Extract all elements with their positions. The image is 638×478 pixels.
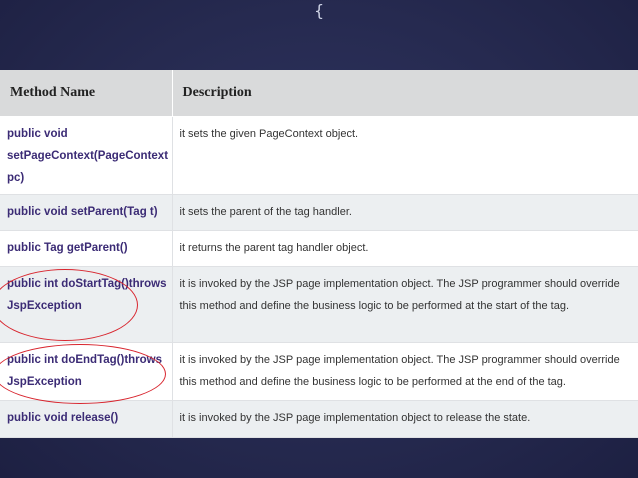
brace-icon: { <box>314 1 325 20</box>
description-cell: it sets the given PageContext object. <box>172 116 638 195</box>
description-cell: it is invoked by the JSP page implementa… <box>172 342 638 401</box>
table-row: public Tag getParent() it returns the pa… <box>0 230 638 267</box>
table-header-row: Method Name Description <box>0 70 638 117</box>
header-method-name: Method Name <box>0 70 173 117</box>
method-table: Method Name Description public void setP… <box>0 70 638 438</box>
table-row: public void setPageContext(PageContext p… <box>0 116 638 195</box>
method-cell: public int doEndTag()throws JspException <box>0 342 173 401</box>
method-cell: public int doStartTag()throws JspExcepti… <box>0 266 173 343</box>
method-cell: public Tag getParent() <box>0 230 173 267</box>
description-cell: it sets the parent of the tag handler. <box>172 194 638 231</box>
table-row: public void setParent(Tag t) it sets the… <box>0 194 638 231</box>
method-cell: public void setParent(Tag t) <box>0 194 173 231</box>
method-cell: public void setPageContext(PageContext p… <box>0 116 173 195</box>
header-description: Description <box>172 70 638 117</box>
description-cell: it is invoked by the JSP page implementa… <box>172 266 638 343</box>
description-cell: it returns the parent tag handler object… <box>172 230 638 267</box>
table-row: public void release() it is invoked by t… <box>0 400 638 438</box>
table-row: public int doStartTag()throws JspExcepti… <box>0 266 638 343</box>
description-cell: it is invoked by the JSP page implementa… <box>172 400 638 438</box>
method-cell: public void release() <box>0 400 173 438</box>
method-table-container: Method Name Description public void setP… <box>0 70 638 438</box>
table-row: public int doEndTag()throws JspException… <box>0 342 638 401</box>
